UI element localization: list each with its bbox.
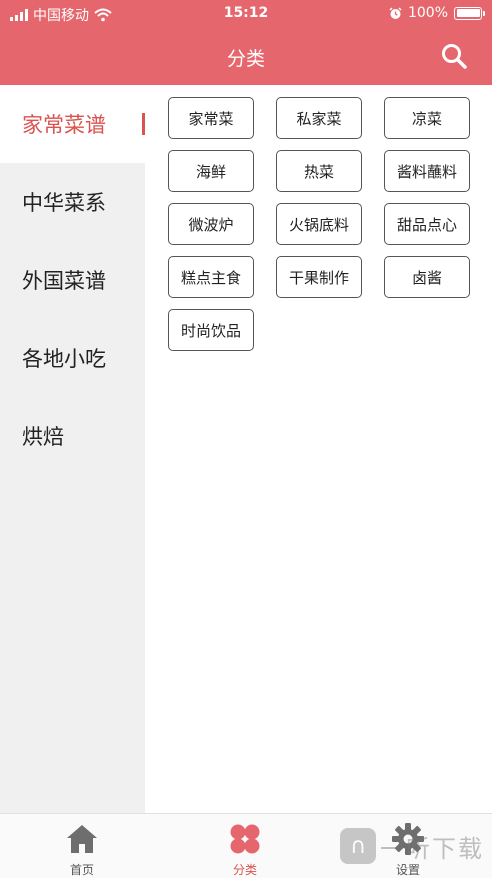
- sidebar-item-label: 家常菜谱: [22, 113, 106, 137]
- page-title: 分类: [226, 48, 265, 70]
- tab-label: 首页: [69, 863, 94, 877]
- tag-button[interactable]: 卤酱: [384, 256, 470, 298]
- tag-button[interactable]: 微波炉: [168, 203, 254, 245]
- tag-button[interactable]: 私家菜: [276, 97, 362, 139]
- sidebar-item-chinese-cuisine[interactable]: 中华菜系: [0, 163, 145, 241]
- watermark-text: 一听下载: [380, 834, 484, 863]
- battery-percent: 100%: [407, 5, 448, 21]
- tag-button[interactable]: 火锅底料: [276, 203, 362, 245]
- sidebar-item-label: 中华菜系: [22, 191, 106, 215]
- tag-button[interactable]: 糕点主食: [168, 256, 254, 298]
- search-icon[interactable]: [440, 42, 468, 70]
- tag-button[interactable]: 干果制作: [276, 256, 362, 298]
- tag-button[interactable]: 时尚饮品: [168, 309, 254, 351]
- watermark: ∩ 一听下载: [340, 828, 484, 864]
- tab-category[interactable]: 分类: [205, 822, 285, 878]
- sidebar-item-foreign-recipes[interactable]: 外国菜谱: [0, 241, 145, 319]
- sidebar-item-label: 烘焙: [22, 425, 64, 449]
- subcategory-panel: 家常菜 私家菜 凉菜 海鲜 热菜 酱料蘸料 微波炉 火锅底料 甜品点心 糕点主食…: [145, 85, 492, 813]
- header: 中国移动 15:12 100% 分类: [0, 0, 492, 85]
- watermark-logo-icon: ∩: [340, 828, 376, 864]
- tag-button[interactable]: 甜品点心: [384, 203, 470, 245]
- home-icon: [67, 825, 97, 853]
- sidebar-item-label: 外国菜谱: [22, 269, 106, 293]
- tag-button[interactable]: 海鲜: [168, 150, 254, 192]
- tag-button[interactable]: 酱料蘸料: [384, 150, 470, 192]
- tab-home[interactable]: 首页: [42, 822, 122, 878]
- battery-icon: [454, 6, 485, 20]
- tag-button[interactable]: 凉菜: [384, 97, 470, 139]
- status-right: 100%: [389, 5, 485, 21]
- sidebar-item-local-snacks[interactable]: 各地小吃: [0, 319, 145, 397]
- sidebar-item-home-recipes[interactable]: 家常菜谱: [0, 85, 145, 163]
- category-icon: [230, 824, 260, 854]
- category-sidebar: 家常菜谱 中华菜系 外国菜谱 各地小吃 烘焙: [0, 85, 145, 813]
- tag-button[interactable]: 家常菜: [168, 97, 254, 139]
- battery-fill: [456, 9, 480, 17]
- tag-button[interactable]: 热菜: [276, 150, 362, 192]
- sidebar-item-label: 各地小吃: [22, 347, 106, 371]
- tab-label: 分类: [232, 863, 257, 877]
- sidebar-item-baking[interactable]: 烘焙: [0, 397, 145, 475]
- alarm-icon: [389, 6, 402, 19]
- status-bar: 中国移动 15:12 100%: [0, 0, 492, 28]
